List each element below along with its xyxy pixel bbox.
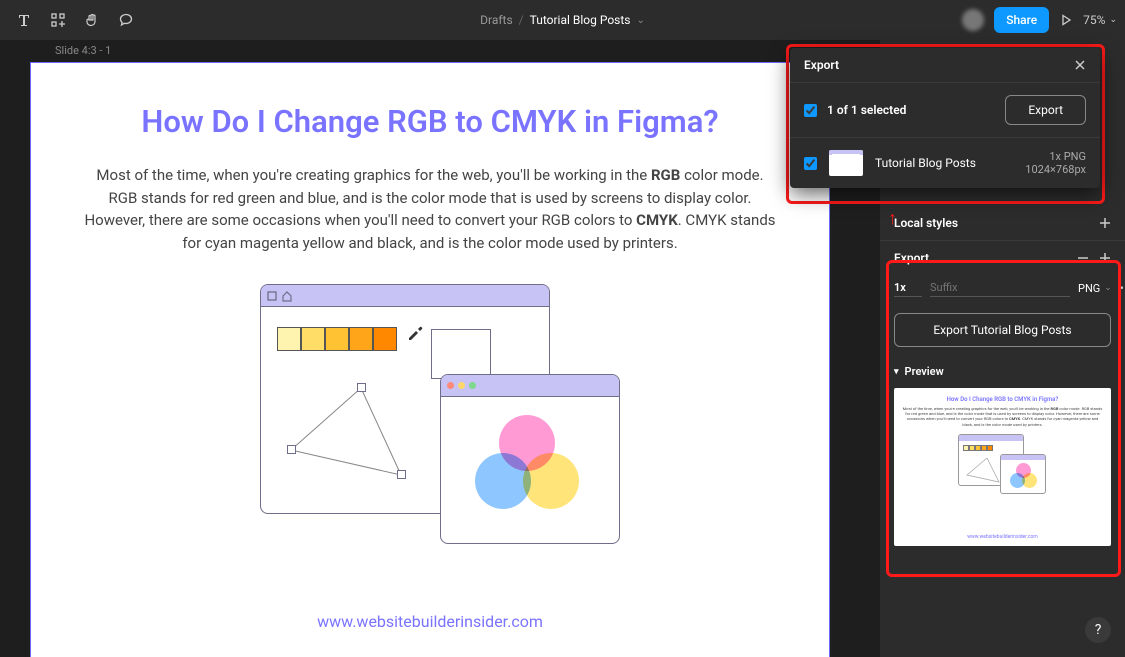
- format-select[interactable]: PNG ⌄: [1078, 282, 1112, 295]
- slide-footer: www.websitebuilderinsider.com: [31, 612, 829, 631]
- local-styles-heading: Local styles: [894, 216, 958, 230]
- breadcrumb[interactable]: Drafts / Tutorial Blog Posts ⌄: [480, 13, 645, 27]
- zoom-level[interactable]: 75% ⌄: [1083, 13, 1117, 27]
- preview-label: Preview: [905, 365, 944, 378]
- item-checkbox[interactable]: [804, 157, 817, 170]
- hand-tool[interactable]: [76, 4, 108, 36]
- suffix-input[interactable]: [930, 279, 1070, 297]
- canvas[interactable]: Slide 4:3 - 1 How Do I Change RGB to CMY…: [0, 40, 880, 657]
- window-square-icon: [267, 291, 277, 301]
- popover-title: Export: [804, 58, 839, 72]
- resources-tool[interactable]: [42, 4, 74, 36]
- item-title: Tutorial Blog Posts: [875, 156, 1013, 170]
- breadcrumb-sep: /: [519, 13, 524, 27]
- slide-title: How Do I Change RGB to CMYK in Figma?: [81, 103, 779, 140]
- project-name[interactable]: Drafts: [480, 13, 513, 27]
- item-thumbnail: [829, 150, 863, 176]
- chevron-down-icon: ⌄: [1104, 283, 1112, 293]
- text-tool[interactable]: [8, 4, 40, 36]
- frame-label[interactable]: Slide 4:3 - 1: [55, 44, 111, 57]
- selected-count: 1 of 1 selected: [827, 103, 906, 117]
- slide-illustration: [260, 284, 600, 554]
- export-setting-row: PNG ⌄ •••: [880, 275, 1125, 307]
- slide-body: Most of the time, when you're creating g…: [81, 164, 779, 254]
- avatar[interactable]: [962, 9, 984, 31]
- export-button[interactable]: Export: [1005, 95, 1086, 125]
- present-icon[interactable]: [1059, 13, 1073, 27]
- comment-tool[interactable]: [110, 4, 142, 36]
- export-section-heading: Export: [894, 251, 929, 265]
- chevron-down-icon: ⌄: [1109, 15, 1117, 25]
- plus-icon[interactable]: [1099, 217, 1111, 229]
- slide-frame[interactable]: How Do I Change RGB to CMYK in Figma? Mo…: [30, 62, 830, 657]
- item-meta: 1x PNG 1024×768px: [1025, 150, 1086, 176]
- scale-input[interactable]: [894, 279, 922, 297]
- export-preview: How Do I Change RGB to CMYK in Figma? Mo…: [894, 388, 1111, 546]
- help-button[interactable]: ?: [1085, 617, 1111, 643]
- triangle-vector: [281, 380, 441, 500]
- export-popover: Export 1 of 1 selected Export Tutorial B…: [790, 48, 1100, 188]
- annotation-arrow-icon: ↑: [888, 208, 897, 229]
- select-all-checkbox[interactable]: [804, 104, 817, 117]
- file-name[interactable]: Tutorial Blog Posts: [530, 13, 631, 27]
- export-item-row[interactable]: Tutorial Blog Posts 1x PNG 1024×768px: [790, 138, 1100, 188]
- color-swatches: [277, 327, 533, 351]
- export-frame-button[interactable]: Export Tutorial Blog Posts: [894, 313, 1111, 347]
- rectangle-shape: [431, 329, 491, 379]
- share-button[interactable]: Share: [994, 7, 1049, 33]
- caret-down-icon[interactable]: ▾: [894, 367, 899, 377]
- plus-icon[interactable]: [1099, 252, 1111, 264]
- minus-icon[interactable]: [1077, 252, 1089, 264]
- home-icon: [281, 290, 293, 302]
- top-toolbar: Drafts / Tutorial Blog Posts ⌄ Share 75%…: [0, 0, 1125, 40]
- more-icon[interactable]: •••: [1120, 281, 1125, 295]
- close-icon[interactable]: [1074, 59, 1086, 71]
- eyedropper-icon: [406, 321, 426, 341]
- chevron-down-icon[interactable]: ⌄: [636, 15, 644, 26]
